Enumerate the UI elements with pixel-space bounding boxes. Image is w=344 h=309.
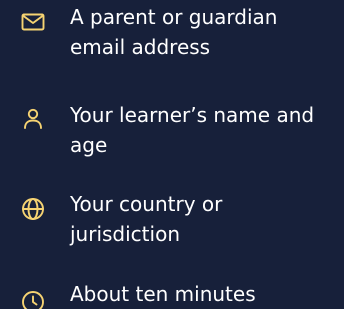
list-item-text: A parent or guardian email address — [70, 5, 278, 59]
list-item-text: Your country or jurisdiction — [70, 192, 223, 246]
list-item-text: Your learner’s name and age — [70, 103, 315, 157]
list-item-text: About ten minutes — [70, 282, 256, 306]
requirements-list: A parent or guardian email address Your … — [0, 0, 344, 309]
clock-icon — [20, 289, 46, 309]
globe-icon — [20, 196, 46, 222]
envelope-icon — [20, 9, 46, 35]
person-icon — [20, 106, 46, 132]
